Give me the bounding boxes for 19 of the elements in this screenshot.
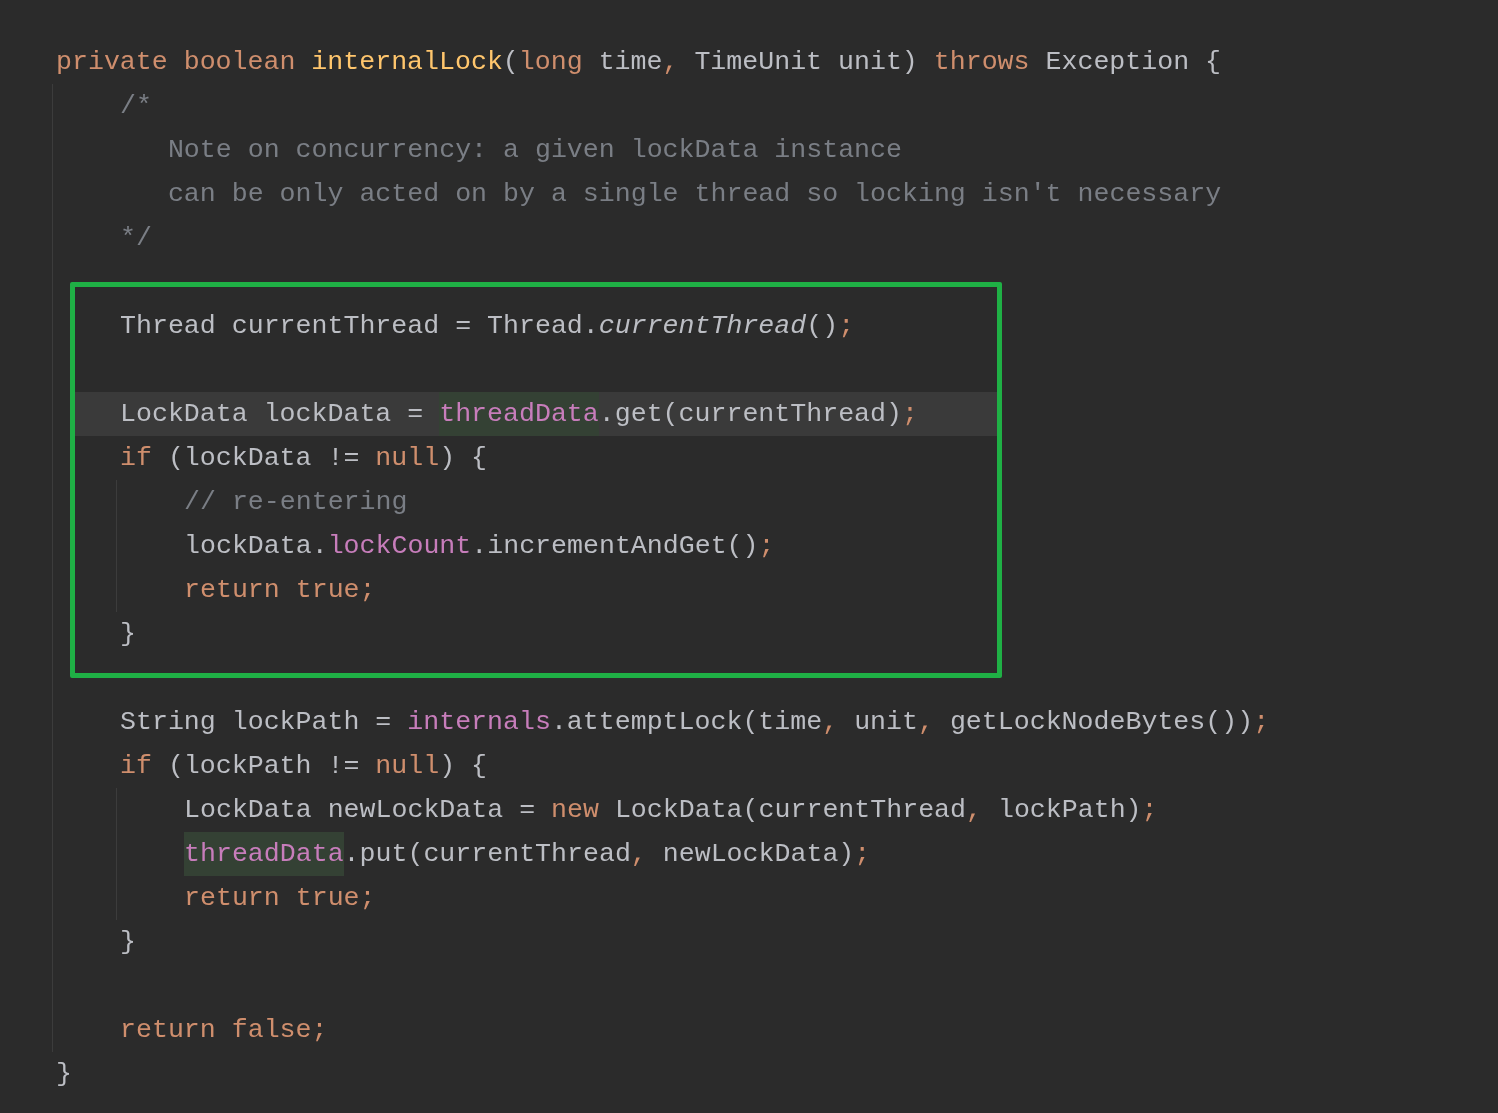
- code-line: return true;: [0, 876, 1498, 920]
- code-line: return false;: [0, 1008, 1498, 1052]
- code-line: String lockPath = internals.attemptLock(time, unit, getLockNodeBytes());: [0, 700, 1498, 744]
- code-line: // re-entering: [75, 480, 997, 524]
- code-line: }: [119, 618, 137, 651]
- code-line: if (lockData != null) {: [119, 442, 489, 475]
- code-line: */: [0, 216, 1498, 260]
- code-line: }: [0, 920, 1498, 964]
- code-line: can be only acted on by a single thread so locking isn't necessary: [0, 172, 1498, 216]
- code-line: private boolean internalLock(long time, TimeUnit unit) throws Exception {: [55, 46, 1223, 79]
- code-line: /*: [0, 84, 1498, 128]
- code-line: }: [55, 1058, 73, 1091]
- code-line: Note on concurrency: a given lockData instance: [0, 128, 1498, 172]
- code-line: return true;: [75, 568, 997, 612]
- code-line: LockData newLockData = new LockData(currentThread, lockPath);: [0, 788, 1498, 832]
- code-line: threadData.put(currentThread, newLockData);: [0, 832, 1498, 876]
- code-line: lockData.lockCount.incrementAndGet();: [75, 524, 997, 568]
- code-line: if (lockPath != null) {: [0, 744, 1498, 788]
- code-line: Thread currentThread = Thread.currentThread();: [119, 310, 856, 343]
